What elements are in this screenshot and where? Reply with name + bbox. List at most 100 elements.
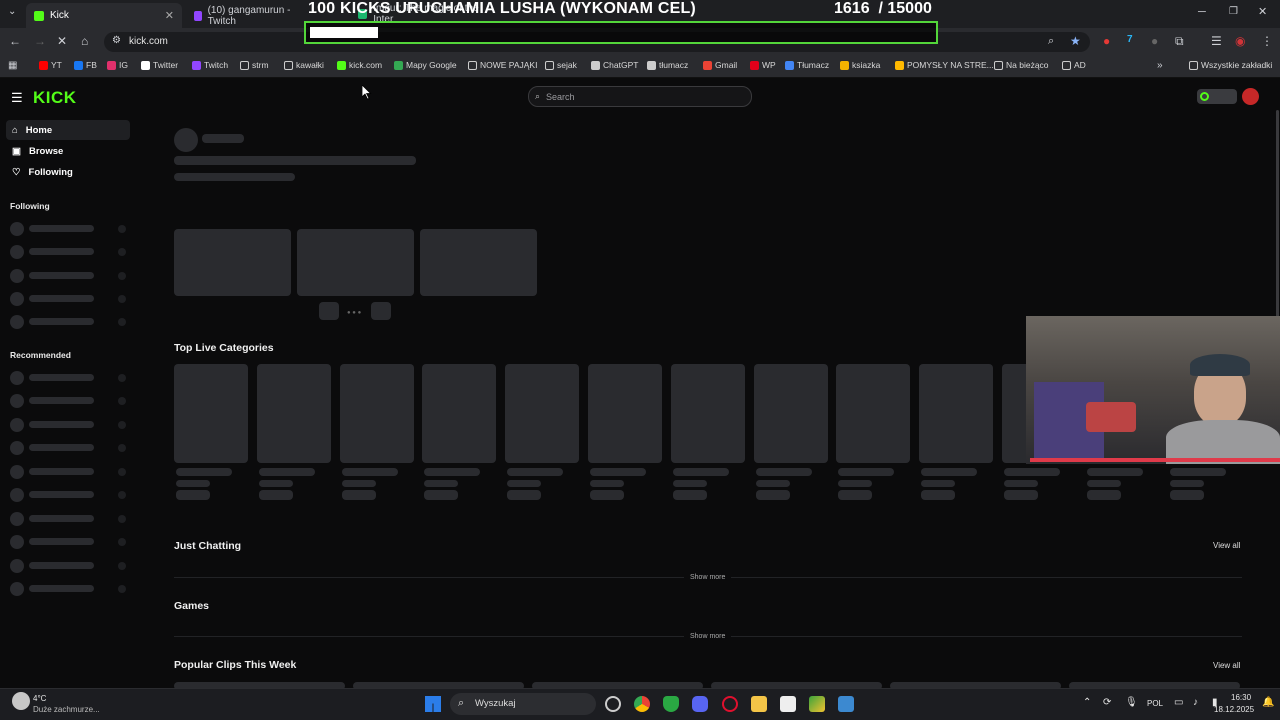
- shield-taskbar-icon[interactable]: [663, 696, 679, 712]
- record-extension-icon[interactable]: ●: [1103, 34, 1110, 48]
- goal-title: 100 KICKS URUCHAMIA LUSHA (WYKONAM CEL): [308, 0, 696, 17]
- bookmark-item[interactable]: ChatGPT: [591, 60, 638, 70]
- chrome-taskbar-icon[interactable]: [634, 696, 650, 712]
- tray-volume-icon[interactable]: ♪: [1193, 697, 1198, 708]
- app-taskbar-icon[interactable]: [809, 696, 825, 712]
- sidebar-channel-skeleton: [10, 488, 24, 502]
- bookmark-item[interactable]: Gmail: [703, 60, 737, 70]
- bookmark-item[interactable]: kawałki: [284, 60, 324, 70]
- kick-logo[interactable]: KICK: [33, 88, 77, 108]
- tray-network-icon[interactable]: ▭: [1174, 697, 1183, 708]
- all-bookmarks-label: Wszystkie zakładki: [1201, 60, 1273, 70]
- sidebar-channel-skeleton: [10, 559, 24, 573]
- bookmark-favicon-icon: [895, 60, 904, 70]
- nav-home[interactable]: ⌂ Home: [6, 120, 130, 140]
- notifications-icon[interactable]: 🔔: [1262, 697, 1274, 708]
- home-browser-icon[interactable]: ⌂: [81, 34, 88, 48]
- sidebar-channel-skeleton: [118, 318, 126, 326]
- carousel-prev-button[interactable]: [319, 302, 339, 320]
- just-chatting-view-all-link[interactable]: View all: [1213, 541, 1240, 550]
- bookmark-item[interactable]: kick.com: [337, 60, 382, 70]
- tray-mic-icon[interactable]: 🎙: [1125, 697, 1138, 708]
- notepad-taskbar-icon[interactable]: [838, 696, 854, 712]
- category-text-skeleton: [755, 468, 812, 476]
- category-card-skeleton: [836, 364, 911, 463]
- weather-icon[interactable]: [12, 692, 30, 710]
- bookmark-item[interactable]: Mapy Google: [394, 60, 457, 70]
- games-show-more-button[interactable]: Show more: [684, 633, 732, 640]
- profile-avatar-icon[interactable]: ◉: [1235, 34, 1245, 48]
- sidebar-channel-skeleton: [118, 538, 126, 546]
- carousel-next-button[interactable]: [371, 302, 391, 320]
- sidebar-channel-skeleton: [10, 394, 24, 408]
- nav-following[interactable]: ♡ Following: [6, 162, 130, 182]
- bookmark-item[interactable]: Twitter: [141, 60, 178, 70]
- sidebar-channel-skeleton: [10, 418, 24, 432]
- tab-search-icon[interactable]: ⌄: [8, 6, 16, 17]
- maximize-icon[interactable]: ❐: [1229, 6, 1238, 17]
- tray-sync-icon[interactable]: ⟳: [1103, 697, 1111, 708]
- folder-icon: [468, 60, 477, 70]
- all-bookmarks-button[interactable]: Wszystkie zakładki: [1189, 60, 1272, 70]
- bookmark-item[interactable]: strm: [240, 60, 269, 70]
- user-avatar[interactable]: [1242, 88, 1259, 105]
- bookmark-item[interactable]: Twitch: [192, 60, 228, 70]
- bookmark-item[interactable]: YT: [39, 60, 62, 70]
- back-icon[interactable]: ←: [9, 34, 21, 48]
- discord-taskbar-icon[interactable]: [692, 696, 708, 712]
- file-explorer-taskbar-icon[interactable]: [751, 696, 767, 712]
- sidebar-channel-skeleton: [10, 222, 24, 236]
- bookmark-item[interactable]: AD: [1062, 60, 1086, 70]
- taskbar-search[interactable]: [450, 693, 596, 715]
- forward-icon[interactable]: →: [34, 34, 46, 48]
- windows-start-icon[interactable]: [425, 696, 441, 712]
- bookmark-item[interactable]: tłumacz: [647, 60, 688, 70]
- bookmark-item[interactable]: NOWE PAJĄKI: [468, 60, 537, 70]
- category-text-skeleton: [176, 468, 232, 476]
- category-text-skeleton: [838, 468, 895, 476]
- tab-twitch[interactable]: (10) gangamurun - Twitch: [186, 3, 302, 28]
- bookmark-item[interactable]: ksiazka: [840, 60, 880, 70]
- clock-date[interactable]: 18.12.2025: [1214, 705, 1254, 714]
- obs-taskbar-icon[interactable]: [605, 696, 621, 712]
- minimize-icon[interactable]: ─: [1198, 6, 1206, 18]
- sidebar-channel-skeleton: [29, 491, 94, 498]
- bookmark-item[interactable]: FB: [74, 60, 97, 70]
- tab-kick[interactable]: Kick ✕: [26, 3, 182, 28]
- top-live-categories-heading: Top Live Categories: [174, 342, 274, 354]
- close-window-icon[interactable]: ✕: [1258, 5, 1267, 18]
- stop-icon[interactable]: ✕: [57, 34, 67, 48]
- clock-time[interactable]: 16:30: [1231, 693, 1251, 702]
- media-icon[interactable]: ☰: [1211, 34, 1222, 48]
- zoom-icon[interactable]: ⌕: [1048, 35, 1054, 48]
- extension-gray-icon[interactable]: ●: [1151, 34, 1158, 48]
- more-bookmarks-icon[interactable]: »: [1157, 60, 1163, 71]
- bookmark-item[interactable]: Tłumacz: [785, 60, 829, 70]
- bookmark-item[interactable]: Na bieżąco: [994, 60, 1049, 70]
- bookmark-star-icon[interactable]: ★: [1070, 34, 1081, 48]
- extensions-puzzle-icon[interactable]: ⧉: [1175, 34, 1184, 49]
- capcut-taskbar-icon[interactable]: [780, 696, 796, 712]
- opera-taskbar-icon[interactable]: [722, 696, 738, 712]
- popular-clips-view-all-link[interactable]: View all: [1213, 661, 1240, 670]
- category-text-skeleton: [507, 468, 564, 476]
- bookmark-label: FB: [86, 60, 97, 70]
- tray-overflow-icon[interactable]: ⌃: [1083, 697, 1091, 708]
- category-text-skeleton: [755, 490, 790, 500]
- nav-browse[interactable]: ▣ Browse: [6, 141, 130, 161]
- bookmark-item[interactable]: WP: [750, 60, 776, 70]
- bookmark-item[interactable]: POMYSŁY NA STRE...: [895, 60, 994, 70]
- menu-kebab-icon[interactable]: ⋮: [1261, 34, 1273, 48]
- hamburger-menu-icon[interactable]: ☰: [11, 90, 23, 106]
- apps-grid-icon[interactable]: ▦: [8, 60, 17, 71]
- bookmark-item[interactable]: IG: [107, 60, 128, 70]
- heart-icon: ♡: [12, 166, 21, 178]
- category-text-skeleton: [1086, 480, 1121, 487]
- close-tab-icon[interactable]: ✕: [165, 9, 174, 22]
- webcam-overlay: [1026, 316, 1280, 464]
- site-info-icon[interactable]: ⚙: [112, 35, 121, 46]
- just-chatting-show-more-button[interactable]: Show more: [684, 574, 732, 581]
- bookmark-item[interactable]: sejak: [545, 60, 577, 70]
- tray-language[interactable]: POL: [1147, 699, 1163, 708]
- extension-icon[interactable]: 7: [1127, 34, 1133, 45]
